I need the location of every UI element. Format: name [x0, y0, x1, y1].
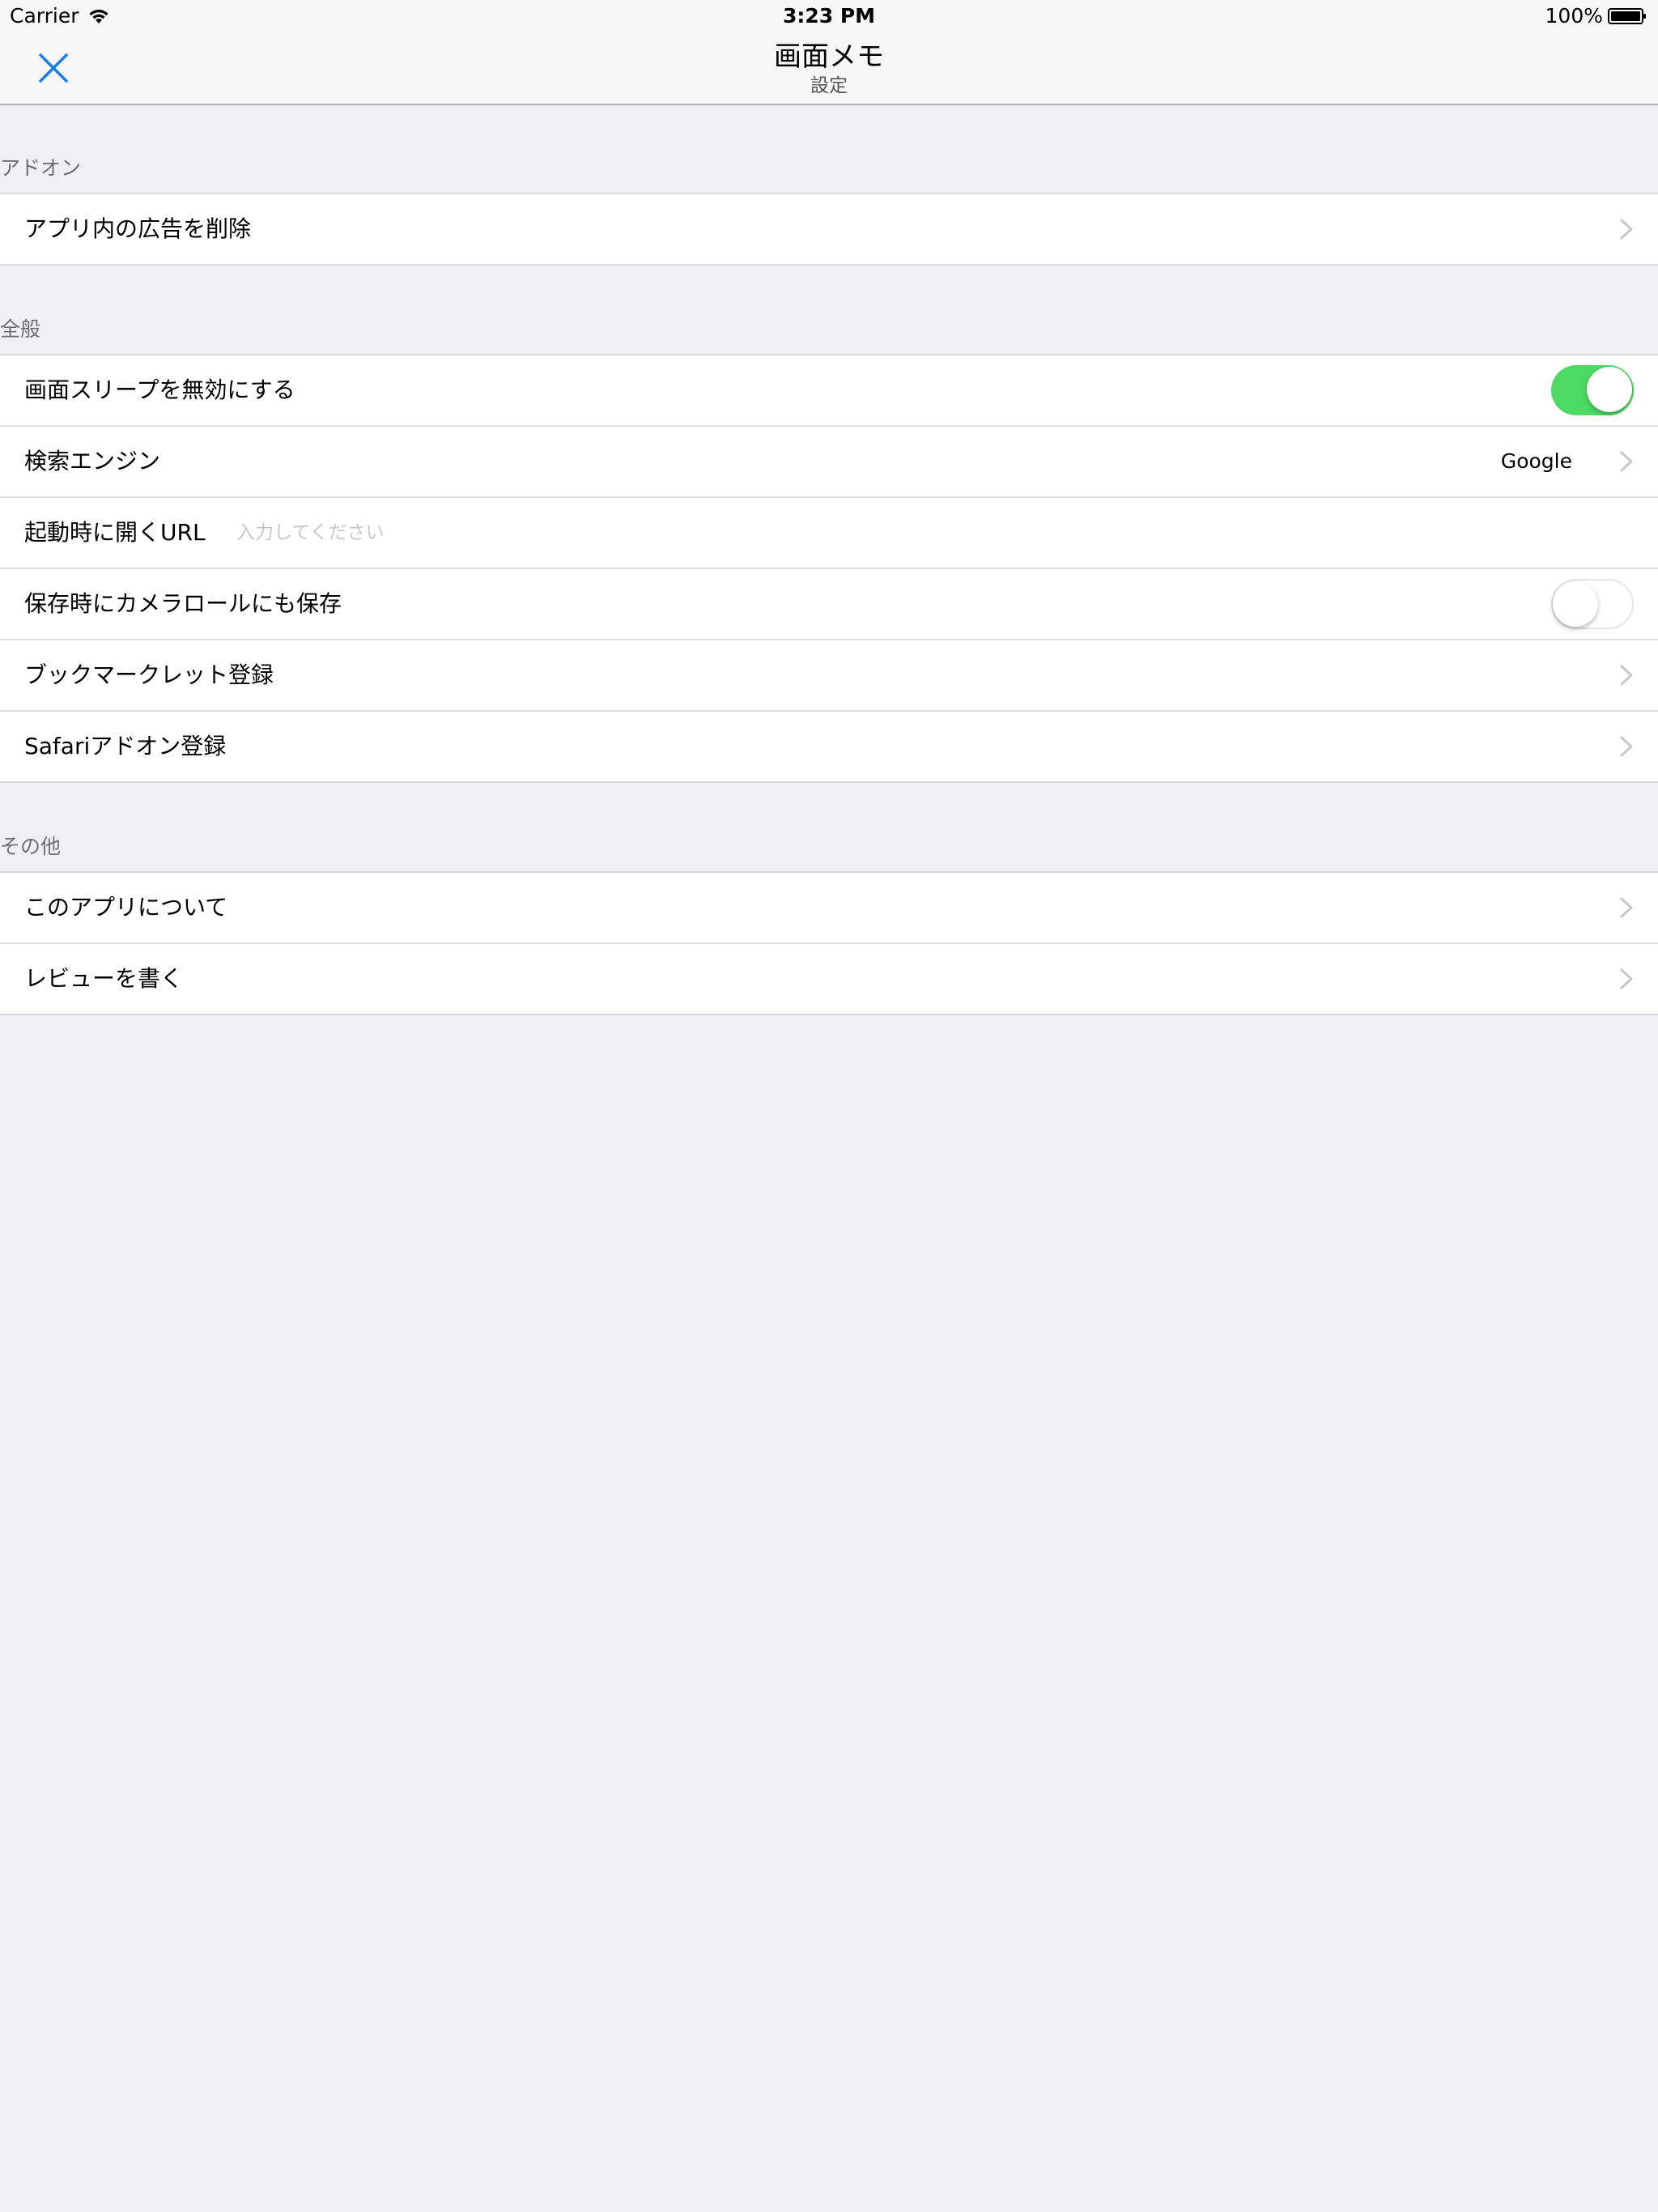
search-engine-value: Google [1500, 449, 1572, 473]
battery-icon [1608, 8, 1646, 24]
navigation-bar: 画面メモ 設定 [0, 32, 1658, 105]
toggle-knob [1553, 581, 1598, 627]
bookmarklet-row[interactable]: ブックマークレット登録 [0, 639, 1658, 710]
page-title: 画面メモ [774, 40, 884, 73]
search-engine-label: 検索エンジン [24, 448, 161, 474]
bookmarklet-label: ブックマークレット登録 [24, 661, 274, 688]
save-camera-roll-toggle[interactable] [1551, 579, 1634, 629]
section-header-addon: アドオン [0, 156, 82, 180]
status-bar: Carrier 3:23 PM 100% [0, 0, 1658, 32]
remove-ads-row[interactable]: アプリ内の広告を削除 [0, 194, 1658, 264]
save-camera-roll-row: 保存時にカメラロールにも保存 [0, 568, 1658, 639]
status-time: 3:23 PM [782, 4, 876, 28]
about-label: このアプリについて [24, 894, 228, 921]
startup-url-label: 起動時に開くURL [24, 519, 206, 546]
general-group: 画面スリープを無効にする 検索エンジン Google 起動時に開くURL 保存時… [0, 354, 1658, 783]
startup-url-row: 起動時に開くURL [0, 496, 1658, 568]
addon-group: アプリ内の広告を削除 [0, 193, 1658, 266]
battery-indicator: 100% [1545, 3, 1647, 29]
remove-ads-label: アプリ内の広告を削除 [24, 215, 252, 242]
disable-sleep-label: 画面スリープを無効にする [24, 376, 295, 403]
chevron-right-icon [1620, 968, 1633, 989]
chevron-right-icon [1620, 736, 1633, 757]
review-row[interactable]: レビューを書く [0, 942, 1658, 1014]
section-header-general: 全般 [0, 317, 41, 341]
review-label: レビューを書く [24, 965, 184, 992]
about-row[interactable]: このアプリについて [0, 873, 1658, 942]
disable-sleep-row: 画面スリープを無効にする [0, 355, 1658, 425]
toggle-knob [1587, 367, 1632, 412]
chevron-right-icon [1620, 451, 1633, 472]
startup-url-input[interactable] [235, 516, 1614, 550]
safari-addon-row[interactable]: Safariアドオン登録 [0, 710, 1658, 781]
chevron-right-icon [1620, 219, 1633, 240]
section-header-other: その他 [0, 835, 62, 858]
chevron-right-icon [1620, 897, 1633, 918]
other-group: このアプリについて レビューを書く [0, 871, 1658, 1015]
safari-addon-label: Safariアドオン登録 [24, 733, 227, 759]
save-camera-roll-label: 保存時にカメラロールにも保存 [24, 590, 342, 617]
disable-sleep-toggle[interactable] [1551, 365, 1634, 415]
chevron-right-icon [1620, 665, 1633, 686]
page-subtitle: 設定 [810, 75, 848, 96]
search-engine-row[interactable]: 検索エンジン Google [0, 425, 1658, 496]
battery-percent: 100% [1545, 4, 1603, 28]
